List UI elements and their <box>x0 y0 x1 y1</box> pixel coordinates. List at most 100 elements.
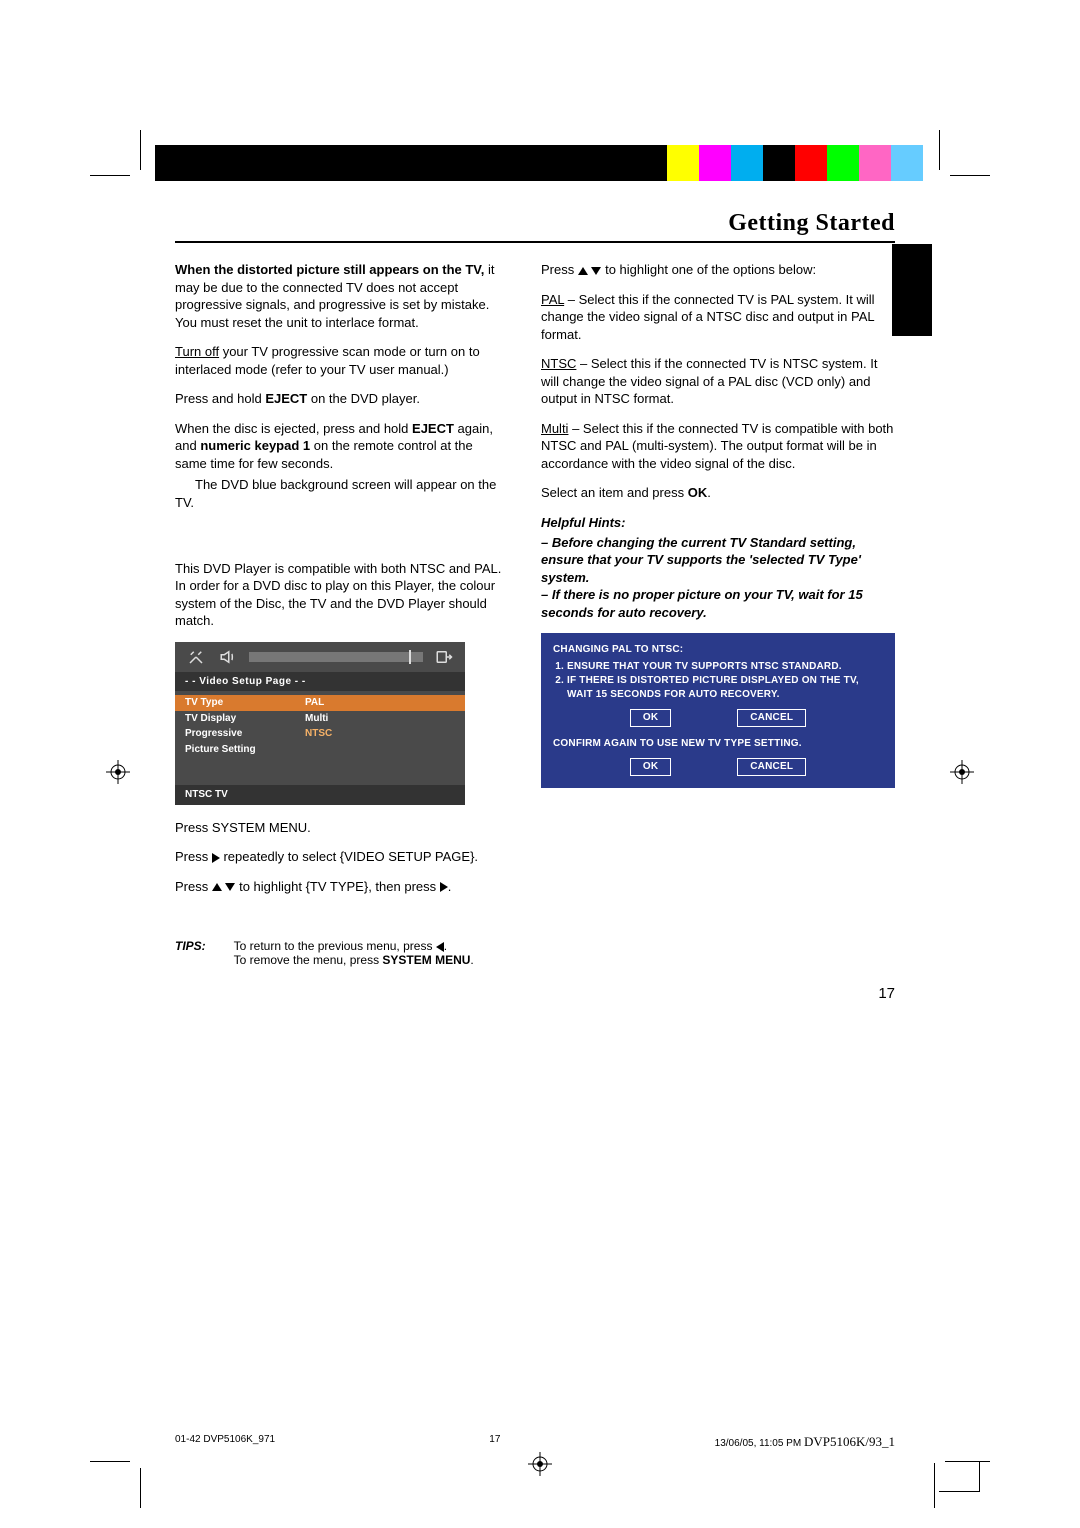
underlined-text: PAL <box>541 292 564 307</box>
tips-line: To return to the previous menu, press . <box>234 939 474 953</box>
bold-text: OK <box>688 485 708 500</box>
bold-text: SYSTEM MENU <box>382 953 470 967</box>
section-gap <box>175 524 503 560</box>
paragraph: This DVD Player is compatible with both … <box>175 560 503 630</box>
osd-confirm-dialog: CHANGING PAL TO NTSC: ENSURE THAT YOUR T… <box>541 633 895 788</box>
crop-mark <box>90 175 130 176</box>
tips-label: TIPS: <box>175 939 206 967</box>
body-text: on the DVD player. <box>307 391 420 406</box>
speaker-icon <box>217 648 239 666</box>
body-text: . <box>470 953 473 967</box>
hints-heading: Helpful Hints: <box>541 514 895 532</box>
exit-icon <box>433 648 455 666</box>
page-content: Getting Started When the distorted pictu… <box>175 210 895 1002</box>
tools-icon <box>185 648 207 666</box>
footer-timestamp: 13/06/05, 11:05 PM <box>715 1438 802 1449</box>
dialog-list: ENSURE THAT YOUR TV SUPPORTS NTSC STANDA… <box>567 660 883 702</box>
ok-button[interactable]: OK <box>630 709 671 727</box>
registration-mark-icon <box>528 1452 552 1476</box>
crop-mark <box>950 175 990 176</box>
print-footer: 01-42 DVP5106K_971 17 13/06/05, 11:05 PM… <box>175 1434 895 1450</box>
title-rule <box>175 241 895 243</box>
crop-mark <box>939 130 940 170</box>
left-arrow-icon <box>436 942 444 952</box>
crop-mark <box>934 1463 935 1508</box>
underlined-text: Turn off <box>175 344 219 359</box>
body-text: to highlight one of the options below: <box>601 262 816 277</box>
footer-filename: 01-42 DVP5106K_971 <box>175 1434 275 1450</box>
tips-body: To return to the previous menu, press . … <box>234 939 474 967</box>
osd-label: TV Display <box>185 712 305 726</box>
body-text: To return to the previous menu, press <box>234 939 436 953</box>
body-text: Press <box>541 262 578 277</box>
option-multi: Multi – Select this if the connected TV … <box>541 420 895 473</box>
ok-button[interactable]: OK <box>630 758 671 776</box>
section-tab <box>892 244 932 336</box>
crop-mark <box>939 1461 980 1492</box>
result-line: The DVD blue background screen will appe… <box>175 476 503 511</box>
osd-body: TV Type PAL TV Display Multi Progressive… <box>175 691 465 785</box>
footer-page: 17 <box>489 1434 500 1450</box>
osd-label: Picture Setting <box>185 743 305 757</box>
step-line: Press repeatedly to select {VIDEO SETUP … <box>175 848 503 866</box>
left-column: When the distorted picture still appears… <box>175 261 503 907</box>
step-line: Press SYSTEM MENU. <box>175 819 503 837</box>
bold-text: EJECT <box>412 421 454 436</box>
osd-icon-bar <box>175 642 465 672</box>
dialog-list-item: IF THERE IS DISTORTED PICTURE DISPLAYED … <box>567 674 883 701</box>
registration-mark-icon <box>528 150 552 174</box>
osd-row-picture-setting: Picture Setting <box>175 742 465 758</box>
registration-mark-icon <box>106 760 130 784</box>
osd-row-tv-type: TV Type PAL <box>175 695 465 711</box>
registration-mark-icon <box>950 760 974 784</box>
two-column-layout: When the distorted picture still appears… <box>175 261 895 907</box>
osd-video-setup-screenshot: - - Video Setup Page - - TV Type PAL TV … <box>175 642 465 805</box>
bold-text: numeric keypad 1 <box>200 438 310 453</box>
footer-model: DVP5106K/93_1 <box>804 1434 895 1449</box>
crop-mark <box>140 130 141 170</box>
body-text: To remove the menu, press <box>234 953 383 967</box>
page-title: Getting Started <box>175 210 895 237</box>
crop-mark <box>90 1461 130 1462</box>
cancel-button[interactable]: CANCEL <box>737 709 806 727</box>
option-pal: PAL – Select this if the connected TV is… <box>541 291 895 344</box>
osd-page-title: - - Video Setup Page - - <box>175 672 465 692</box>
body-text: – Select this if the connected TV is NTS… <box>541 356 877 406</box>
osd-slider <box>249 652 423 662</box>
body-text: Press <box>175 849 212 864</box>
tips-footer: TIPS: To return to the previous menu, pr… <box>175 939 895 967</box>
osd-value: PAL <box>305 696 324 710</box>
right-arrow-icon <box>440 882 448 892</box>
body-text: repeatedly to select {VIDEO SETUP PAGE}. <box>220 849 478 864</box>
body-text: Select an item and press <box>541 485 688 500</box>
underlined-text: NTSC <box>541 356 576 371</box>
paragraph: When the distorted picture still appears… <box>175 261 503 331</box>
osd-label: TV Type <box>185 696 305 710</box>
right-column: Press to highlight one of the options be… <box>541 261 895 907</box>
osd-value: NTSC <box>305 727 332 741</box>
hint-text: – If there is no proper picture on your … <box>541 586 895 621</box>
step-line: Press to highlight one of the options be… <box>541 261 895 279</box>
paragraph: Turn off your TV progressive scan mode o… <box>175 343 503 378</box>
dialog-button-row: OK CANCEL <box>553 709 883 727</box>
up-arrow-icon <box>578 267 588 275</box>
tips-line: To remove the menu, press SYSTEM MENU. <box>234 953 474 967</box>
cancel-button[interactable]: CANCEL <box>737 758 806 776</box>
body-text: . <box>707 485 711 500</box>
down-arrow-icon <box>591 267 601 275</box>
body-text: Press and hold <box>175 391 265 406</box>
step-line: Select an item and press OK. <box>541 484 895 502</box>
dialog-button-row: OK CANCEL <box>553 758 883 776</box>
paragraph: Press and hold EJECT on the DVD player. <box>175 390 503 408</box>
osd-label: Progressive <box>185 727 305 741</box>
crop-mark <box>140 1468 141 1508</box>
body-text: . <box>444 939 447 953</box>
option-ntsc: NTSC – Select this if the connected TV i… <box>541 355 895 408</box>
underlined-text: Multi <box>541 421 568 436</box>
body-text: – Select this if the connected TV is PAL… <box>541 292 875 342</box>
osd-row-progressive: Progressive NTSC <box>175 726 465 742</box>
manual-page: Getting Started When the distorted pictu… <box>0 0 1080 1528</box>
body-text: Press <box>175 879 212 894</box>
paragraph: When the disc is ejected, press and hold… <box>175 420 503 473</box>
osd-row-tv-display: TV Display Multi <box>175 711 465 727</box>
